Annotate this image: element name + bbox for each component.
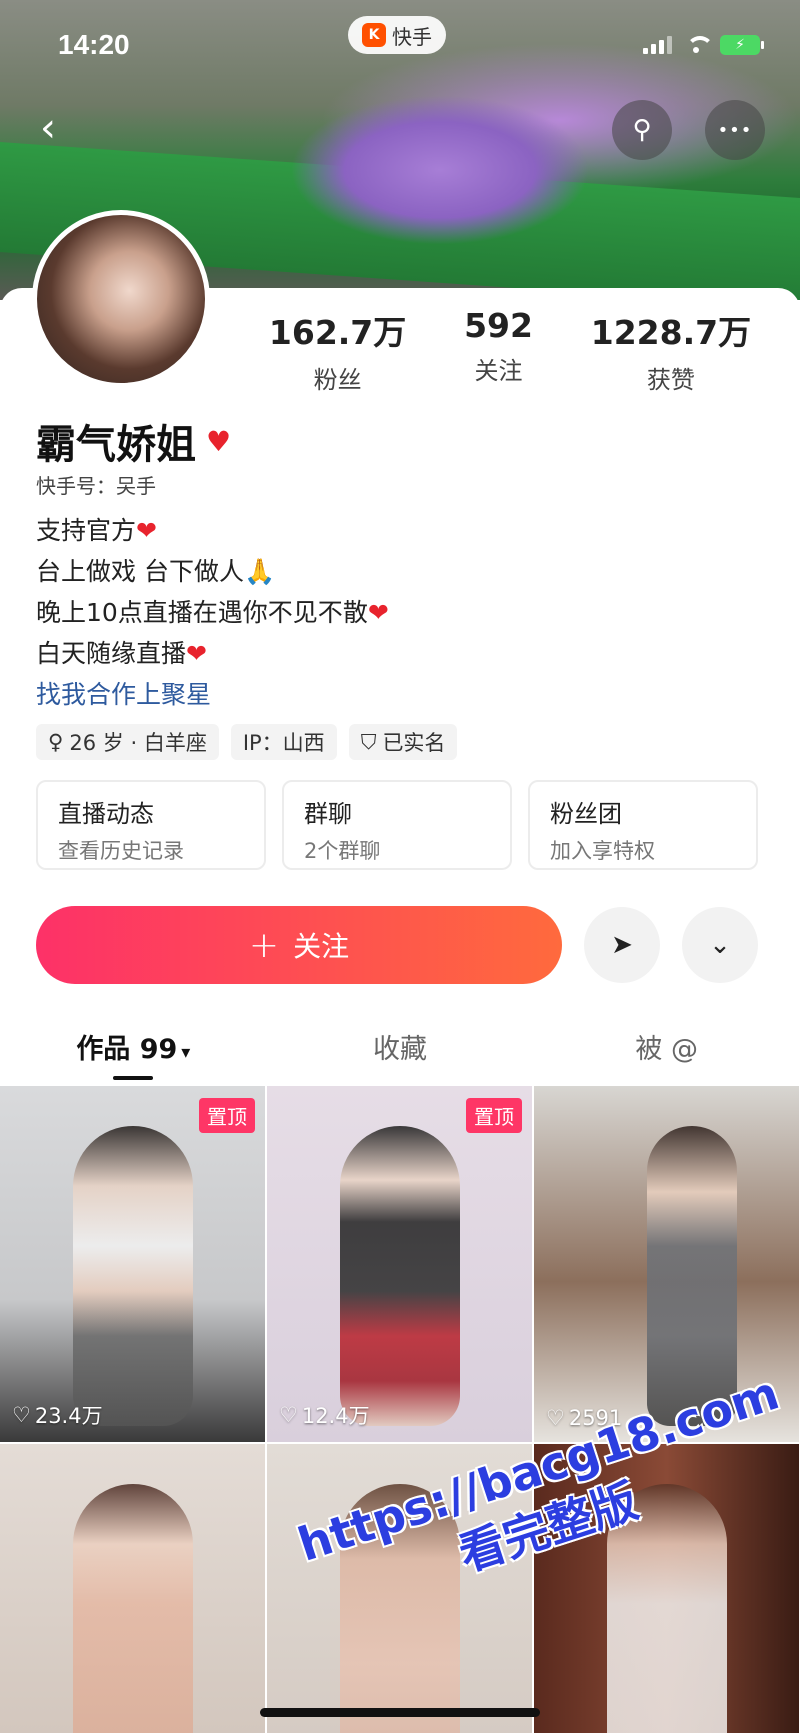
stat-number: 162.7万 <box>268 313 407 352</box>
banner-figure <box>290 95 590 245</box>
tab-mentions[interactable]: 被 @ <box>533 1022 800 1086</box>
bio-line: 支持官方❤ <box>36 516 157 545</box>
kuaishou-id: 快手号：㕦手 <box>36 474 156 498</box>
heart-outline-icon: ♡ <box>279 1403 298 1427</box>
heart-outline-icon: ♡ <box>546 1406 565 1430</box>
stat-number: 592 <box>464 306 533 345</box>
thumbnail-image <box>72 1484 193 1733</box>
chevron-down-icon: ⌄ <box>709 930 731 960</box>
bio-link[interactable]: 找我合作上聚星 <box>36 674 389 715</box>
profile-actions: + 关注 ➤ ⌄ <box>36 906 758 984</box>
status-time: 14:20 <box>58 29 130 60</box>
search-button[interactable]: ⚲ <box>612 100 672 160</box>
thumbnail-image <box>606 1484 727 1733</box>
fan-club-box[interactable]: 粉丝团 加入享特权 <box>528 780 758 870</box>
stat-label: 粉丝 <box>313 366 362 394</box>
heart-icon: ❤ <box>136 516 157 545</box>
search-icon: ⚲ <box>632 115 652 145</box>
thumbnail-image <box>339 1126 460 1426</box>
stat-likes[interactable]: 1228.7万 获赞 <box>591 306 751 395</box>
pinned-badge: 置顶 <box>466 1098 522 1133</box>
group-chat-box[interactable]: 群聊 2个群聊 <box>282 780 512 870</box>
app-name: 快手 <box>392 24 432 49</box>
bio-line: 晚上10点直播在遇你不见不散❤ <box>36 598 389 627</box>
name-row: 霸气娇姐 ♥ <box>36 412 231 470</box>
caret-down-icon: ▾ <box>181 1042 191 1063</box>
feature-boxes: 直播动态 查看历史记录 群聊 2个群聊 粉丝团 加入享特权 <box>36 780 758 870</box>
follow-button[interactable]: + 关注 <box>36 906 562 984</box>
heart-outline-icon: ♡ <box>12 1403 31 1427</box>
send-icon: ➤ <box>611 930 633 960</box>
thumbnail-image <box>339 1484 460 1733</box>
stat-label: 关注 <box>474 357 523 385</box>
more-icon: ••• <box>717 119 753 141</box>
back-icon[interactable]: ‹ <box>40 108 80 148</box>
kuaishou-logo-icon: K <box>362 23 386 47</box>
profile-name: 霸气娇姐 <box>36 422 196 468</box>
like-count: ♡ 2591 <box>546 1406 623 1430</box>
video-thumbnail[interactable] <box>534 1444 799 1733</box>
battery-icon: ⚡ <box>720 35 764 55</box>
stat-label: 获赞 <box>646 366 695 394</box>
bio-line: 白天随缘直播❤ <box>36 639 207 668</box>
thumbnail-image <box>646 1126 737 1426</box>
profile-tags: ♀ 26 岁 · 白羊座 IP：山西 ⛉ 已实名 <box>36 724 458 760</box>
system-icons: ⚡ <box>643 35 764 55</box>
video-thumbnail[interactable]: ♡ 2591 <box>534 1086 799 1442</box>
shield-icon: ⛉ <box>360 729 377 754</box>
stat-following[interactable]: 592 关注 <box>464 306 533 395</box>
expand-button[interactable]: ⌄ <box>682 907 758 983</box>
like-count: ♡ 12.4万 <box>279 1403 370 1428</box>
profile-bio: 支持官方❤ 台上做戏 台下做人🙏 晚上10点直播在遇你不见不散❤ 白天随缘直播❤… <box>36 510 389 715</box>
video-thumbnail[interactable] <box>267 1444 532 1733</box>
pinned-badge: 置顶 <box>199 1098 255 1133</box>
home-indicator[interactable] <box>260 1708 540 1717</box>
plus-icon: + <box>248 924 280 966</box>
content-tabs: 作品 99 ▾ 收藏 被 @ <box>0 1022 800 1086</box>
tab-works[interactable]: 作品 99 ▾ <box>0 1022 267 1086</box>
stat-fans[interactable]: 162.7万 粉丝 <box>269 306 406 395</box>
tag-age: ♀ 26 岁 · 白羊座 <box>36 724 219 760</box>
thumbnail-image <box>72 1126 193 1426</box>
app-return-pill[interactable]: K 快手 <box>348 16 446 54</box>
video-thumbnail[interactable] <box>0 1444 265 1733</box>
like-count: ♡ 23.4万 <box>12 1403 103 1428</box>
tag-verified: ⛉ 已实名 <box>348 724 458 760</box>
bio-line: 台上做戏 台下做人🙏 <box>36 557 276 586</box>
video-thumbnail[interactable]: 置顶 ♡ 12.4万 <box>267 1086 532 1442</box>
heart-badge-icon: ♥ <box>206 424 232 458</box>
signal-icon <box>643 36 672 54</box>
live-history-box[interactable]: 直播动态 查看历史记录 <box>36 780 266 870</box>
profile-stats: 162.7万 粉丝 592 关注 1228.7万 获赞 <box>240 306 780 395</box>
more-button[interactable]: ••• <box>705 100 765 160</box>
tab-favorites[interactable]: 收藏 <box>267 1022 534 1086</box>
tag-ip: IP：山西 <box>230 724 337 760</box>
avatar[interactable] <box>32 210 210 388</box>
heart-icon: ❤ <box>367 598 389 627</box>
wifi-icon <box>684 36 714 54</box>
works-grid: 置顶 ♡ 23.4万 置顶 ♡ 12.4万 ♡ 2591 <box>0 1086 800 1733</box>
stat-number: 1228.7万 <box>590 313 752 352</box>
gender-icon: ♀ <box>48 730 64 754</box>
share-button[interactable]: ➤ <box>584 907 660 983</box>
heart-icon: ❤ <box>186 639 207 668</box>
video-thumbnail[interactable]: 置顶 ♡ 23.4万 <box>0 1086 265 1442</box>
